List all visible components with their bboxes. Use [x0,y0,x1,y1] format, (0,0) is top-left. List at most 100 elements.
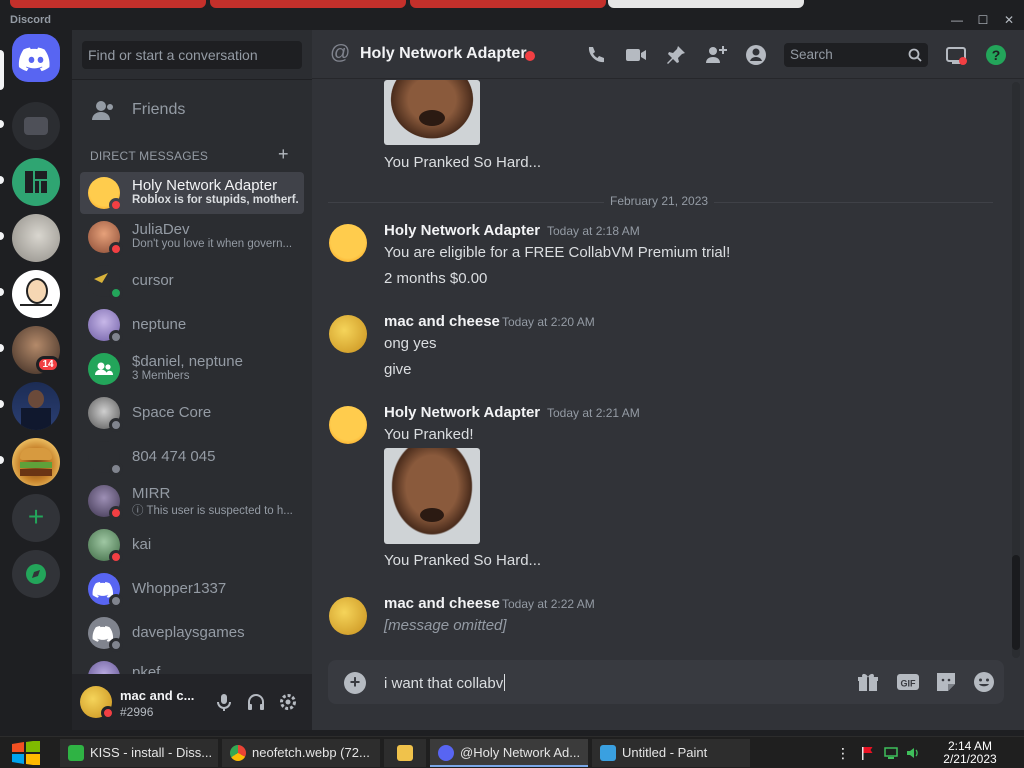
dm-item-mirr[interactable]: MIRR ⓘ This user is suspected to h... [80,480,304,522]
taskbar-item-kiss-install[interactable]: KISS - install - Diss... [60,739,218,767]
background-tab[interactable] [608,0,804,8]
message-text: ong yes [384,335,437,352]
online-status-icon [109,286,123,300]
paint-icon [600,745,616,761]
server-burger[interactable] [12,438,60,486]
taskbar-item-discord[interactable]: @Holy Network Ad... [430,739,588,767]
author-name[interactable]: mac and cheese [384,313,500,330]
explore-servers-button[interactable] [12,550,60,598]
dm-subtitle: Don't you love it when govern... [132,238,293,250]
dm-item-group-daniel-neptune[interactable]: $daniel, neptune 3 Members [80,348,304,390]
action-center-flag-icon[interactable] [860,746,874,760]
maximize-icon[interactable]: ☐ [970,12,996,28]
add-attachment-plus-icon[interactable]: + [344,672,366,694]
compass-icon [26,564,46,584]
clock-date: 2/21/2023 [943,752,997,766]
image-attachment[interactable] [384,448,480,544]
gif-icon[interactable]: GIF [896,670,920,694]
author-name[interactable]: mac and cheese [384,595,500,612]
taskbar-item-neofetch[interactable]: neofetch.webp (72... [222,739,380,767]
author-name[interactable]: Holy Network Adapter [384,404,540,421]
scrollbar-thumb[interactable] [1012,555,1020,650]
friends-label: Friends [132,101,186,118]
minimize-icon[interactable]: — [944,12,970,28]
dm-sidebar: Find or start a conversation Friends DIR… [72,30,312,730]
home-button[interactable] [12,34,60,82]
direct-messages-header: DIRECT MESSAGES [90,149,209,163]
user-name: mac and c... [120,688,195,703]
dm-item-daveplaysgames[interactable]: daveplaysgames [80,612,304,654]
settings-gear-icon[interactable] [278,692,298,712]
author-avatar[interactable] [329,406,367,444]
author-avatar[interactable] [329,597,367,635]
user-profile-icon[interactable] [744,43,768,67]
chat-area: @ Holy Network Adapter Search ? You Pran… [312,30,1024,730]
server-manjaro[interactable] [12,158,60,206]
server-cartoon[interactable] [12,270,60,318]
group-avatar [88,353,120,385]
headphones-icon[interactable] [246,692,266,712]
dm-name: neptune [132,316,187,333]
find-conversation-input[interactable]: Find or start a conversation [82,41,302,69]
background-tab[interactable] [10,0,206,8]
server-icon[interactable] [12,214,60,262]
dm-item-holy-network-adapter[interactable]: Holy Network Adapter Roblox is for stupi… [80,172,304,214]
windows-start-icon[interactable] [10,741,42,765]
background-tab[interactable] [410,0,606,8]
at-icon: @ [330,42,351,64]
dm-item-space-core[interactable]: Space Core [80,392,304,434]
pin-icon[interactable] [664,43,688,67]
browser-tab-strip [0,0,1024,10]
header-search-input[interactable]: Search [784,43,928,67]
chat-app-icon [68,745,84,761]
add-friend-icon[interactable] [704,43,728,67]
date-divider: February 21, 2023 [328,194,993,208]
inbox-icon[interactable] [944,43,968,67]
voice-call-icon[interactable] [584,43,608,67]
server-icon[interactable] [12,382,60,430]
search-placeholder: Search [790,47,833,62]
help-icon[interactable]: ? [984,43,1008,67]
dm-name: Whopper1337 [132,580,227,597]
sticker-icon[interactable] [934,670,958,694]
message-input[interactable]: i want that collabv [384,674,506,692]
message-composer[interactable]: + i want that collabv GIF [328,660,1004,704]
emoji-icon[interactable] [972,670,996,694]
background-tab[interactable] [210,0,406,8]
gift-icon[interactable] [856,670,880,694]
date-divider-label: February 21, 2023 [604,194,715,208]
taskbar-item-paint[interactable]: Untitled - Paint [592,739,750,767]
server-icon[interactable] [12,102,60,150]
dm-item-juliadev[interactable]: JuliaDev Don't you love it when govern..… [80,216,304,258]
add-server-button[interactable]: + [12,494,60,542]
volume-icon[interactable] [906,746,920,760]
author-avatar[interactable] [329,224,367,262]
server-rail: 14 + [0,30,72,730]
dm-name: cursor [132,272,174,289]
dm-item-804-474-045[interactable]: 804 474 045 [80,436,304,478]
microphone-icon[interactable] [214,692,234,712]
text-caret [504,674,506,691]
dm-item-whopper1337[interactable]: Whopper1337 [80,568,304,610]
network-icon[interactable] [884,746,898,760]
message-timestamp: Today at 2:20 AM [502,315,595,329]
tray-overflow-icon[interactable]: ⋮ [836,746,850,760]
system-clock[interactable]: 2:14 AM 2/21/2023 [936,740,1004,766]
video-call-icon[interactable] [624,43,648,67]
friends-button[interactable]: Friends [80,91,304,131]
author-avatar[interactable] [329,315,367,353]
dm-item-pkef[interactable]: pkef [80,656,304,674]
unread-indicator [0,120,4,128]
author-name[interactable]: Holy Network Adapter [384,222,540,239]
friends-icon [92,101,113,120]
create-dm-plus-icon[interactable]: + [278,144,289,165]
server-placeholder-icon [24,117,48,135]
svg-text:?: ? [992,47,1001,63]
dm-item-kai[interactable]: kai [80,524,304,566]
taskbar-item-file-explorer[interactable] [384,739,426,767]
dm-item-neptune[interactable]: neptune [80,304,304,346]
image-attachment[interactable] [384,80,480,145]
close-icon[interactable]: ✕ [996,12,1022,28]
dm-subtitle: ⓘ This user is suspected to h... [132,505,293,517]
dm-item-cursor[interactable]: cursor [80,260,304,302]
